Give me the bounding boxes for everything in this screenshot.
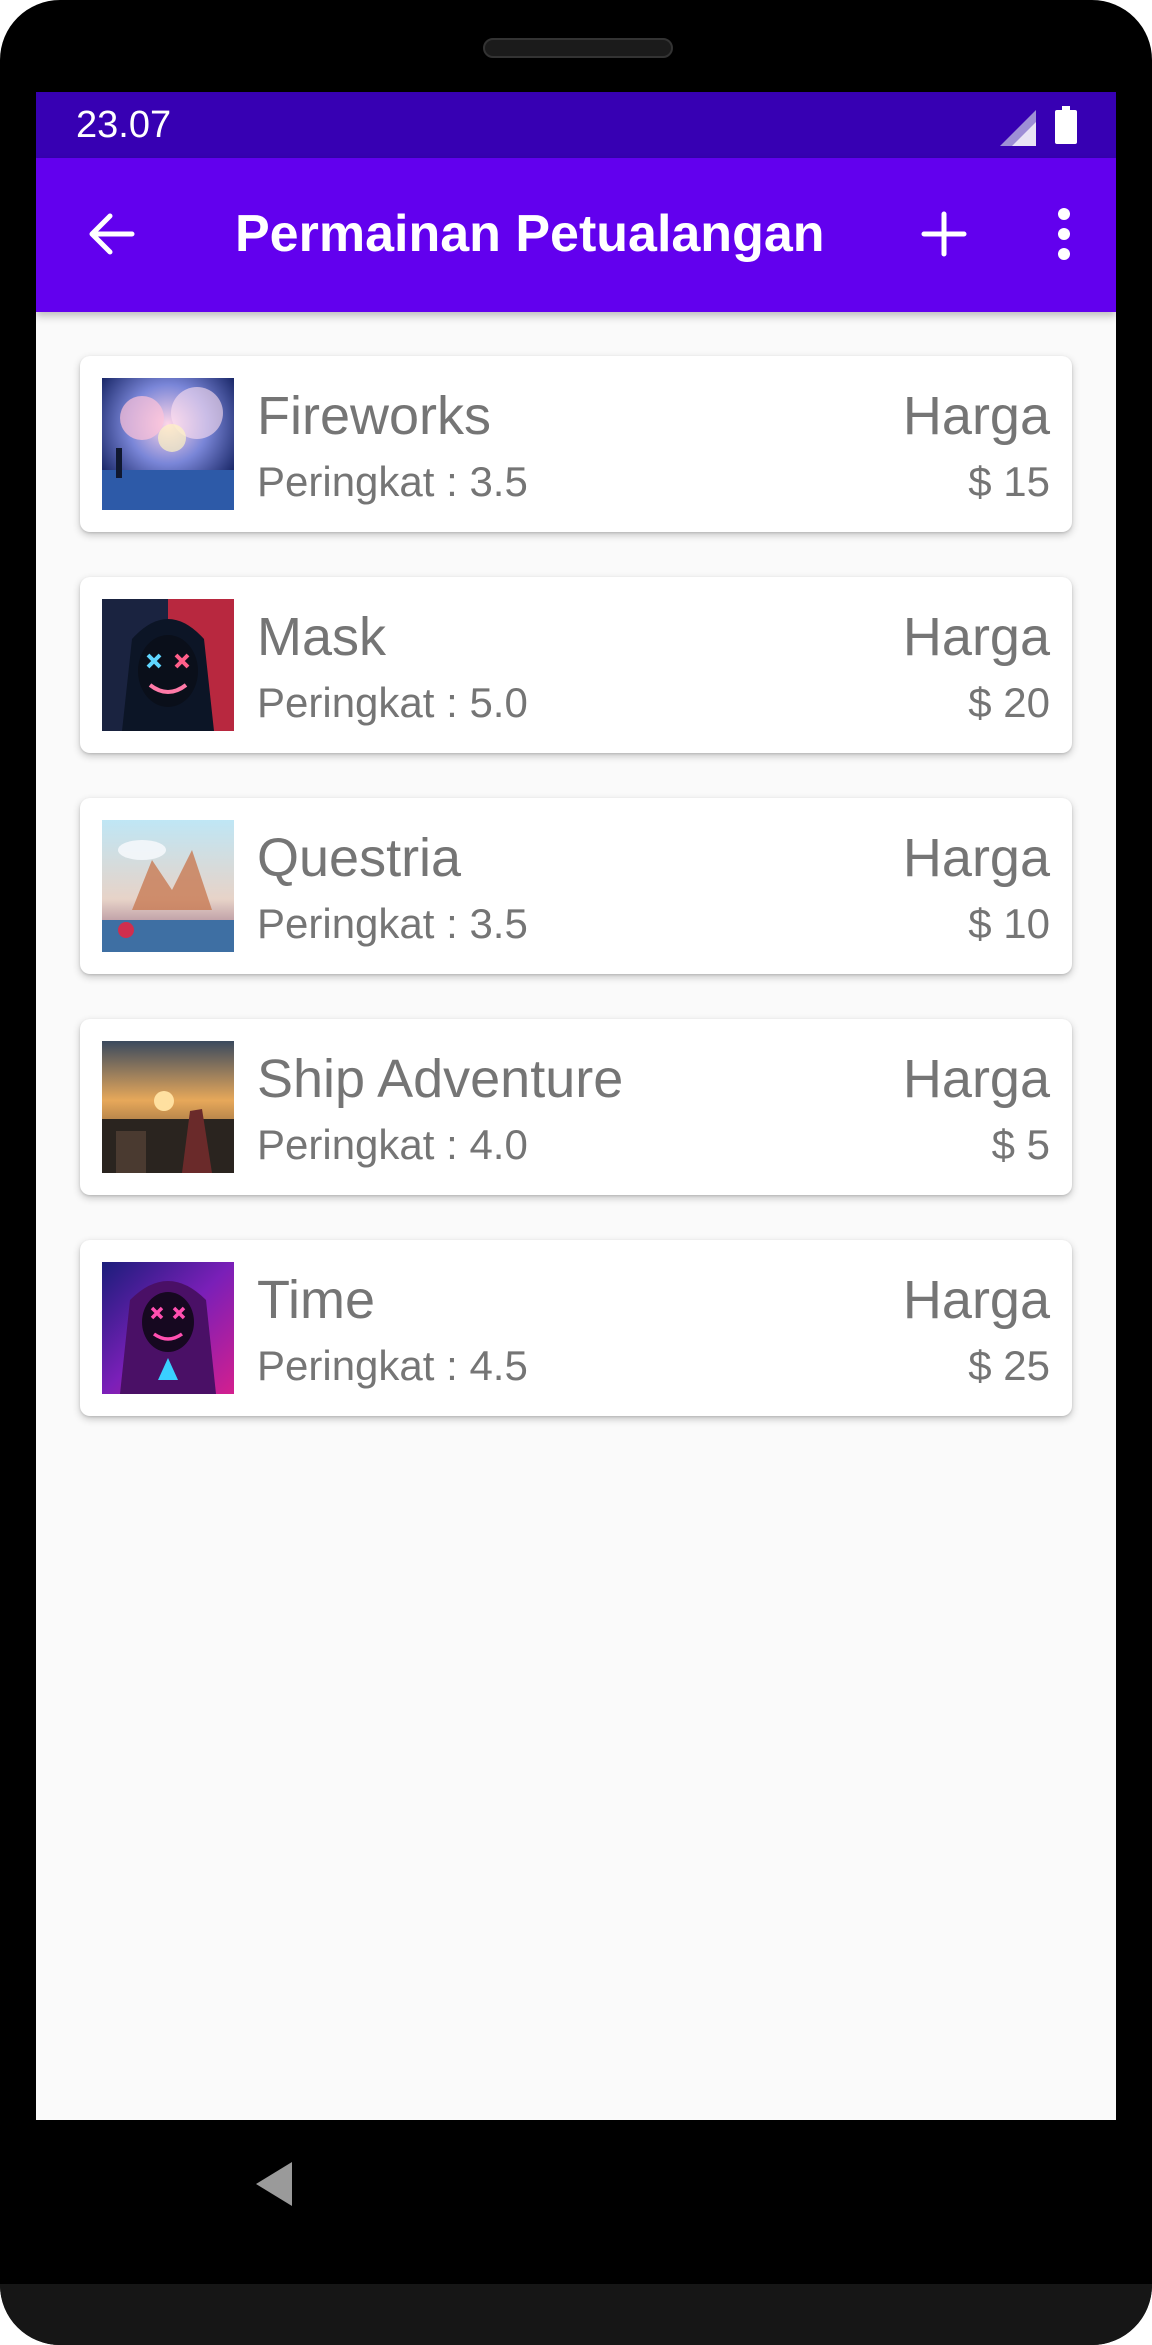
game-name: Mask bbox=[257, 607, 387, 667]
game-thumbnail bbox=[102, 820, 234, 952]
app-bar: Permainan Petualangan bbox=[36, 158, 1116, 312]
list-item[interactable]: Questria Peringkat : 3.5 Harga $ 10 bbox=[80, 798, 1072, 974]
list-item[interactable]: Time Peringkat : 4.5 Harga $ 25 bbox=[80, 1240, 1072, 1416]
game-price: $ 20 bbox=[968, 679, 1050, 726]
game-thumbnail bbox=[102, 1262, 234, 1394]
app-screen: 23.07 Permainan Petualangan Fireworks Pe… bbox=[36, 92, 1116, 2120]
phone-speaker bbox=[483, 38, 673, 58]
price-label: Harga bbox=[902, 1049, 1050, 1109]
game-price: $ 5 bbox=[991, 1121, 1050, 1168]
game-name: Ship Adventure bbox=[257, 1049, 624, 1109]
game-rating: Peringkat : 3.5 bbox=[257, 900, 528, 947]
back-arrow-icon[interactable] bbox=[84, 206, 140, 262]
list-item[interactable]: Mask Peringkat : 5.0 Harga $ 20 bbox=[80, 577, 1072, 753]
game-thumbnail bbox=[102, 599, 234, 731]
game-rating: Peringkat : 4.5 bbox=[257, 1342, 528, 1389]
game-name: Questria bbox=[257, 828, 462, 888]
list-item[interactable]: Fireworks Peringkat : 3.5 Harga $ 15 bbox=[80, 356, 1072, 532]
price-label: Harga bbox=[902, 607, 1050, 667]
list-item[interactable]: Ship Adventure Peringkat : 4.0 Harga $ 5 bbox=[80, 1019, 1072, 1195]
game-rating: Peringkat : 3.5 bbox=[257, 458, 528, 505]
nav-back-icon[interactable] bbox=[252, 2160, 296, 2208]
status-time: 23.07 bbox=[76, 104, 172, 146]
battery-icon bbox=[1055, 106, 1077, 144]
game-price: $ 25 bbox=[968, 1342, 1050, 1389]
add-icon[interactable] bbox=[912, 202, 976, 266]
game-rating: Peringkat : 5.0 bbox=[257, 679, 528, 726]
game-name: Time bbox=[257, 1270, 375, 1330]
phone-device: 23.07 Permainan Petualangan Fireworks Pe… bbox=[0, 0, 1152, 2345]
status-bar: 23.07 bbox=[36, 92, 1116, 158]
navigation-bar bbox=[0, 2120, 1152, 2280]
price-label: Harga bbox=[902, 828, 1050, 888]
game-price: $ 10 bbox=[968, 900, 1050, 947]
price-label: Harga bbox=[902, 1270, 1050, 1330]
phone-bottom-bezel bbox=[0, 2284, 1152, 2345]
game-price: $ 15 bbox=[968, 458, 1050, 505]
price-label: Harga bbox=[902, 386, 1050, 446]
page-title: Permainan Petualangan bbox=[235, 205, 825, 263]
game-thumbnail bbox=[102, 378, 234, 510]
game-name: Fireworks bbox=[257, 386, 492, 446]
game-rating: Peringkat : 4.0 bbox=[257, 1121, 528, 1168]
game-thumbnail bbox=[102, 1041, 234, 1173]
signal-icon bbox=[1000, 110, 1036, 146]
more-vert-icon[interactable] bbox=[1036, 202, 1092, 266]
game-list: Fireworks Peringkat : 3.5 Harga $ 15 Mas… bbox=[80, 356, 1072, 1461]
